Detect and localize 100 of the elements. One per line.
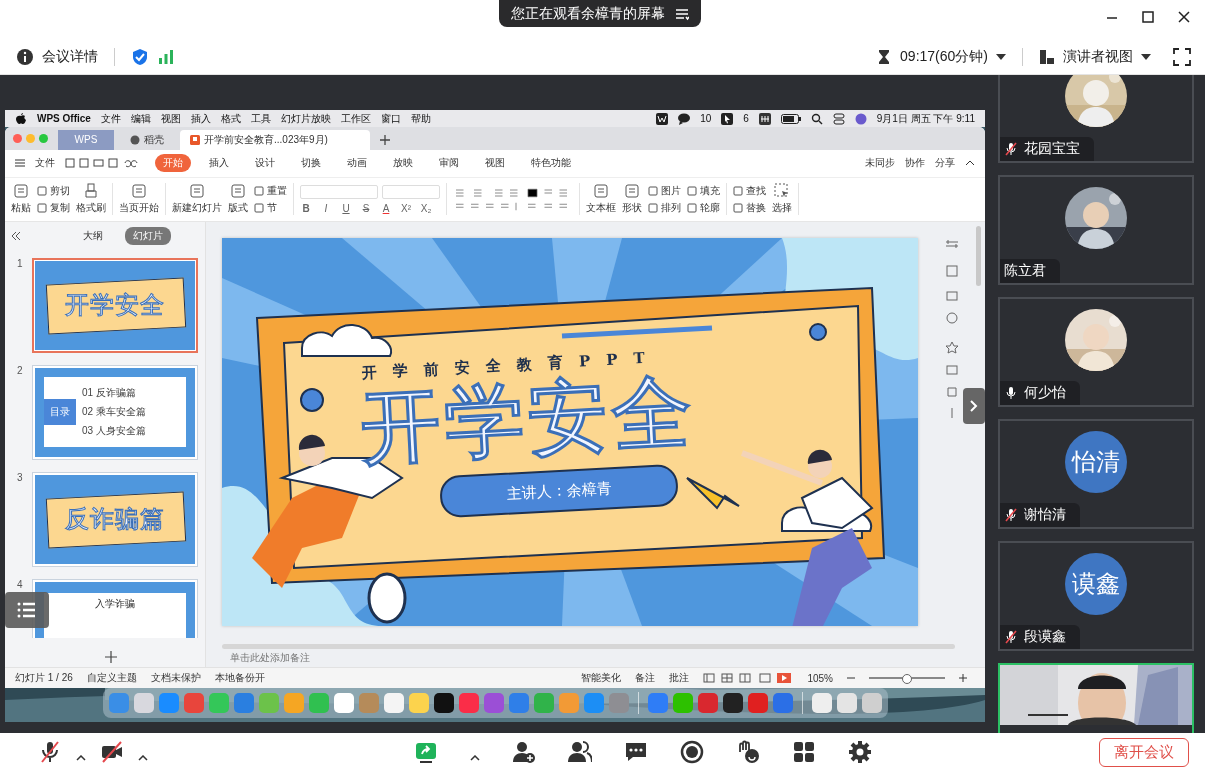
caret-icon[interactable] <box>138 755 148 761</box>
next-page-button[interactable] <box>963 387 985 424</box>
battery-icon[interactable] <box>780 113 801 124</box>
view-mode-button[interactable]: 演讲者视图 <box>1063 48 1133 66</box>
ribbon-tab[interactable]: 放映 <box>385 154 421 173</box>
toolbar-button[interactable]: 图片 <box>648 183 681 198</box>
menu-item[interactable]: 格式 <box>220 111 241 126</box>
app-status-icon[interactable] <box>656 112 669 125</box>
toggle-icon[interactable] <box>832 112 845 125</box>
shield-icon[interactable] <box>131 48 149 66</box>
toolbar-button[interactable]: 文本框 <box>586 183 616 216</box>
ribbon-action[interactable]: 分享 <box>935 156 955 171</box>
share-screen-button[interactable] <box>414 740 438 764</box>
toolbar-button[interactable]: 复制 <box>37 200 70 215</box>
zoom-percentage[interactable]: 105% <box>807 672 833 684</box>
add-slide-button[interactable] <box>105 651 117 664</box>
status-item[interactable]: 文档未保护 <box>150 671 201 686</box>
zoom-slider-thumb[interactable] <box>902 674 912 685</box>
participants-button[interactable] <box>568 740 592 764</box>
input-method-icon[interactable] <box>758 112 771 125</box>
maximize-button[interactable] <box>1141 10 1155 24</box>
participant-tile[interactable]: 花园宝宝 <box>998 75 1194 163</box>
settings-button[interactable] <box>848 740 872 764</box>
toolbar-button[interactable]: 查找 <box>733 183 766 198</box>
siri-icon[interactable] <box>854 112 867 125</box>
menu-item[interactable]: 工作区 <box>340 111 371 126</box>
participant-tile[interactable]: 怡清 谢怡清 <box>998 419 1194 529</box>
slide-thumbnail[interactable]: 目录 01 反诈骗篇 02 乘车安全篇 03 人身安全篇 <box>32 364 198 460</box>
caret-icon[interactable] <box>76 755 86 761</box>
format-button[interactable]: U <box>340 202 352 214</box>
format-button[interactable]: I <box>320 202 332 214</box>
ribbon-action[interactable]: 未同步 <box>865 156 895 171</box>
ribbon-tab[interactable]: 设计 <box>247 154 283 173</box>
menu-item[interactable]: 插入 <box>190 111 211 126</box>
menu-icon[interactable] <box>675 6 689 21</box>
toolbar-button[interactable]: 轮廓 <box>687 200 720 215</box>
status-button[interactable]: 批注 <box>669 671 690 686</box>
zoom-in-button[interactable] <box>959 674 967 683</box>
meeting-timer[interactable]: 09:17(60分钟) <box>900 48 988 66</box>
fullscreen-icon[interactable] <box>1173 48 1191 66</box>
ribbon-tab[interactable]: 视图 <box>477 154 513 173</box>
toolbar-button[interactable]: 排列 <box>648 200 681 215</box>
document-tab[interactable]: 稻壳 <box>120 129 174 150</box>
search-icon[interactable] <box>810 112 823 125</box>
close-window-button[interactable] <box>13 133 22 143</box>
status-item[interactable]: 本地备份开 <box>214 671 265 686</box>
caret-icon[interactable] <box>1141 54 1151 60</box>
apple-icon[interactable] <box>15 112 27 125</box>
panel-tab[interactable]: 大纲 <box>75 226 111 245</box>
participant-tile[interactable]: 谟鑫 段谟鑫 <box>998 541 1194 651</box>
format-button[interactable]: X² <box>400 202 412 214</box>
cursor-status-icon[interactable] <box>721 112 734 125</box>
status-button[interactable]: 智能美化 <box>581 671 622 686</box>
chat-bubble-icon[interactable] <box>678 112 691 125</box>
floating-list-button[interactable] <box>5 591 49 628</box>
toolbar-button[interactable]: 剪切 <box>37 183 70 198</box>
file-menu[interactable]: 文件 <box>35 156 55 171</box>
panel-tab[interactable]: 幻灯片 <box>125 226 171 245</box>
menu-item[interactable]: 窗口 <box>380 111 401 126</box>
toolbar-button[interactable]: 版式 <box>228 183 248 216</box>
participant-tile[interactable]: 何少怡 <box>998 297 1194 407</box>
toolbar-button[interactable]: 粘贴 <box>11 183 31 216</box>
reaction-button[interactable] <box>736 740 760 764</box>
scrollbar[interactable] <box>222 643 955 649</box>
ribbon-tab[interactable]: 切换 <box>293 154 329 173</box>
format-button[interactable]: S <box>360 202 372 214</box>
info-icon[interactable] <box>16 48 34 66</box>
mic-button[interactable] <box>38 740 62 764</box>
toolbar-button[interactable]: 格式刷 <box>76 183 106 216</box>
toolbar-button[interactable]: 替换 <box>733 200 766 215</box>
format-button[interactable]: X₂ <box>420 202 432 214</box>
format-button[interactable]: B <box>300 202 312 214</box>
close-button[interactable] <box>1177 10 1191 24</box>
menu-item[interactable]: 编辑 <box>130 111 151 126</box>
caret-icon[interactable] <box>996 54 1006 60</box>
camera-button[interactable] <box>100 740 124 764</box>
participant-tile[interactable]: 陈立君 <box>998 175 1194 285</box>
toolbar-button[interactable]: 当页开始 <box>119 183 159 216</box>
toolbar-button[interactable]: 重置 <box>254 183 287 198</box>
menu-item[interactable]: 帮助 <box>410 111 431 126</box>
meeting-details-link[interactable]: 会议详情 <box>42 48 98 66</box>
leave-meeting-button[interactable]: 离开会议 <box>1099 737 1189 767</box>
chat-button[interactable] <box>624 740 648 764</box>
ribbon-tab[interactable]: 动画 <box>339 154 375 173</box>
ribbon-action[interactable]: 协作 <box>905 156 925 171</box>
menu-item[interactable]: 工具 <box>250 111 271 126</box>
app-menu[interactable]: WPS Office <box>37 113 91 124</box>
menu-item[interactable]: 视图 <box>160 111 181 126</box>
slide-thumbnail[interactable]: 入学诈骗 <box>32 578 198 638</box>
document-tab[interactable]: 开学前安全教育...023年9月) <box>180 129 370 150</box>
ribbon-tab[interactable]: 特色功能 <box>523 154 579 173</box>
status-button[interactable]: 备注 <box>635 671 656 686</box>
status-item[interactable]: 幻灯片 1 / 26 <box>15 671 73 686</box>
menu-item[interactable]: 文件 <box>100 111 121 126</box>
menu-item[interactable]: 幻灯片放映 <box>280 111 331 126</box>
status-item[interactable]: 自定义主题 <box>86 671 137 686</box>
caret-icon[interactable] <box>470 755 480 761</box>
signal-icon[interactable] <box>157 48 175 66</box>
format-button[interactable]: A <box>380 202 392 214</box>
toolbar-button[interactable]: 节 <box>254 200 287 215</box>
